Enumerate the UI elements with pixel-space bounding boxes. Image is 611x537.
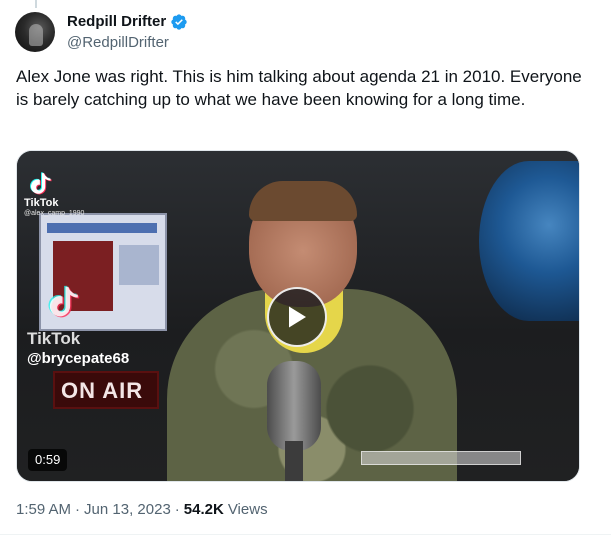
channel-watermark <box>361 451 521 465</box>
avatar-figure <box>29 24 43 46</box>
meta-separator: · <box>174 501 180 518</box>
microphone <box>267 361 321 451</box>
globe-graphic <box>479 161 579 321</box>
views-count[interactable]: 54.2K <box>184 500 224 520</box>
play-button[interactable] <box>267 287 327 347</box>
tweet-date[interactable]: Jun 13, 2023 <box>84 500 171 520</box>
author-handle[interactable]: @RedpillDrifter <box>67 33 169 53</box>
microphone-stand <box>285 441 303 481</box>
play-icon <box>289 306 306 328</box>
avatar[interactable] <box>15 12 55 52</box>
tweet-meta-row: 1:59 AM · Jun 13, 2023 · 54.2K Views <box>16 500 268 520</box>
tiktok-username-mid: @brycepate68 <box>27 350 130 367</box>
tiktok-logo-icon <box>30 172 52 195</box>
speaker-hair <box>249 181 357 221</box>
verified-badge-icon[interactable] <box>170 13 188 31</box>
tweet-text: Alex Jone was right. This is him talking… <box>16 67 582 109</box>
tiktok-label-mid: TikTok <box>27 329 81 348</box>
thread-connector-line <box>35 0 37 8</box>
tiktok-label-top: TikTok <box>24 197 59 209</box>
video-duration-badge: 0:59 <box>28 449 68 471</box>
tiktok-logo-watermark-icon <box>48 285 80 318</box>
tiktok-username-top: @alex_camp_1990 <box>24 210 85 217</box>
monitor-side-block <box>119 245 159 285</box>
on-air-text: ON AIR <box>61 378 144 403</box>
author-display-name[interactable]: Redpill Drifter <box>67 12 166 32</box>
views-label: Views <box>227 501 268 518</box>
monitor-header-bar <box>47 223 157 233</box>
meta-separator: · <box>75 501 81 518</box>
author-name-row: Redpill Drifter <box>67 12 188 32</box>
bottom-divider <box>0 534 611 535</box>
video-player[interactable]: TikTok @alex_camp_1990 TikTok @brycepate… <box>16 150 580 482</box>
tweet-time[interactable]: 1:59 AM <box>16 500 71 520</box>
